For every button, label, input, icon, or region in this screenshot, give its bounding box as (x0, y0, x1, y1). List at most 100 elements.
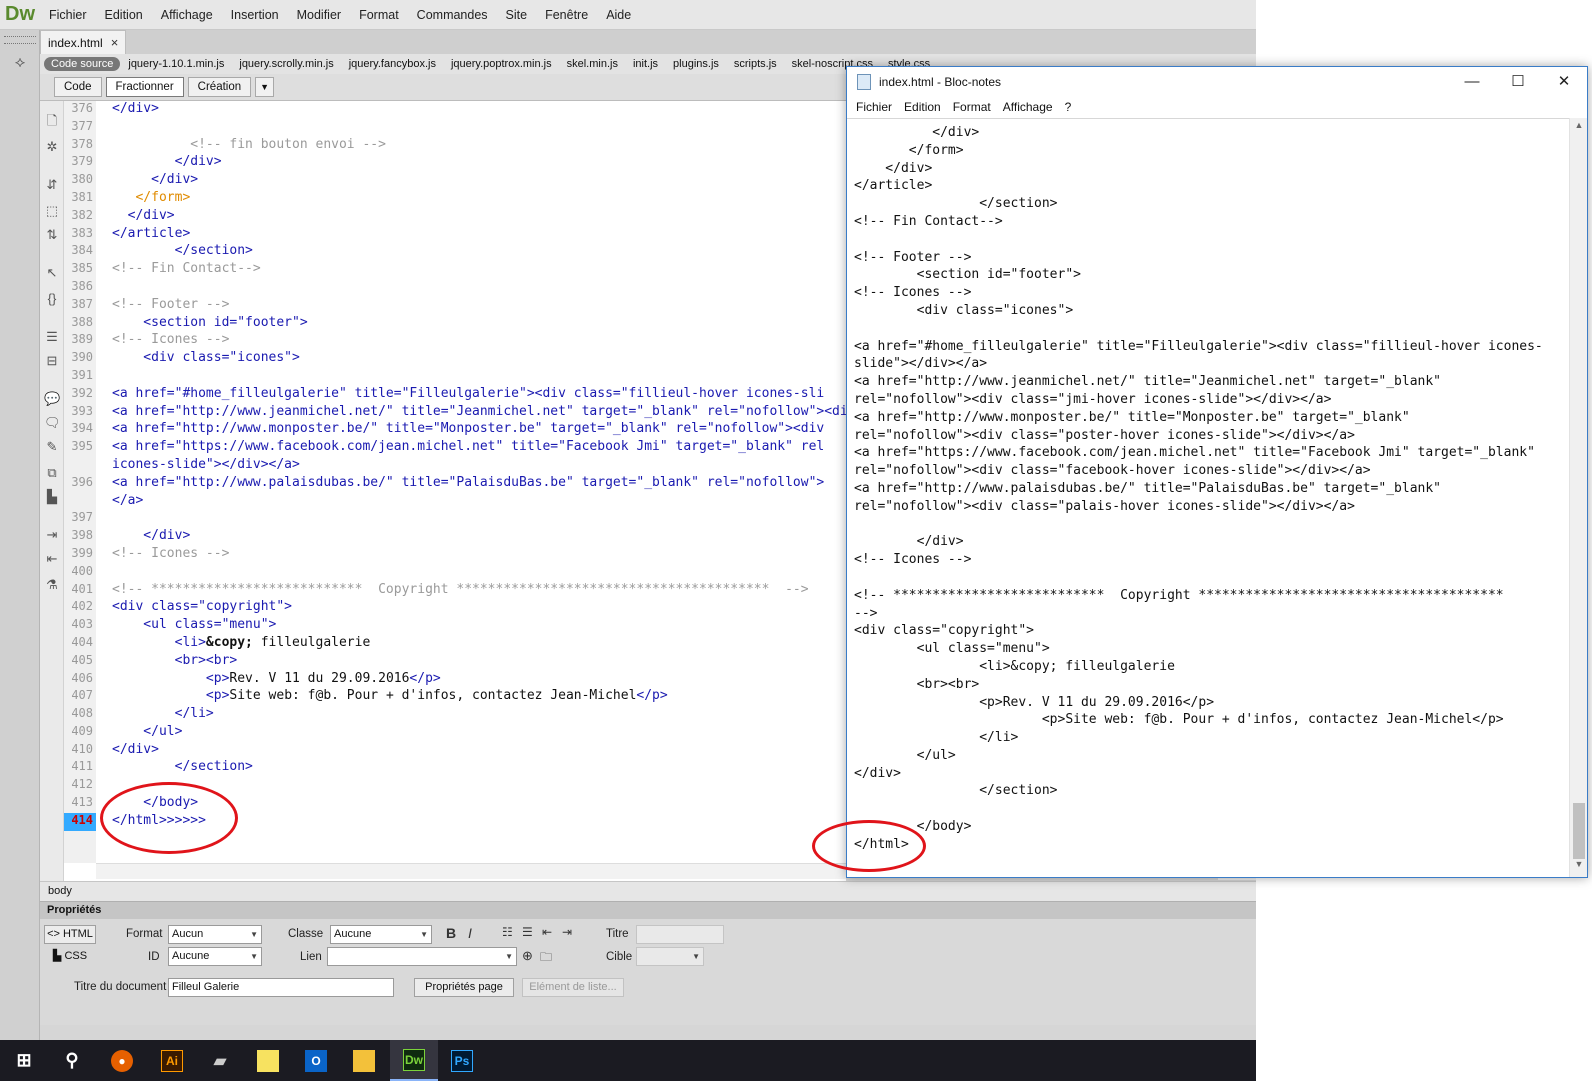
class-select[interactable]: Aucune ▼ (330, 925, 432, 944)
vertical-scrollbar[interactable]: ▲ ▼ (1569, 118, 1587, 877)
apply-comment-icon[interactable]: 💬 (44, 391, 60, 407)
code-line[interactable]: </article> (112, 226, 846, 244)
design-view-button[interactable]: Création (187, 77, 252, 97)
code-line[interactable]: <a href="http://www.monposter.be/" title… (112, 421, 846, 439)
menu-item-aide[interactable]: Aide (597, 0, 640, 30)
code-line[interactable]: <div class="icones"> (112, 350, 846, 368)
recent-snippets-icon[interactable]: ⧉ (44, 465, 60, 481)
menu-item-edition[interactable]: Edition (96, 0, 152, 30)
horizontal-scrollbar[interactable] (96, 863, 846, 879)
scroll-down-icon[interactable]: ▼ (1570, 859, 1588, 875)
code-line[interactable]: </div> (112, 742, 846, 760)
scroll-up-icon[interactable]: ▲ (1570, 120, 1588, 136)
notepad-menu-item[interactable]: Fichier (850, 97, 898, 117)
code-line[interactable]: <p>Rev. V 11 du 29.09.2016</p> (112, 671, 846, 689)
related-file-link[interactable]: scripts.js (734, 58, 777, 70)
code-line[interactable]: <br><br> (112, 653, 846, 671)
taskbar-photoshop[interactable]: Ps (438, 1040, 486, 1081)
related-file-link[interactable]: init.js (633, 58, 658, 70)
menu-item-fichier[interactable]: Fichier (40, 0, 96, 30)
open-documents-icon[interactable]: 🗋 (44, 113, 60, 129)
notepad-menu-item[interactable]: Affichage (997, 97, 1059, 117)
collapse-selection-icon[interactable]: ⬚ (44, 203, 60, 219)
code-line[interactable]: <a href="https://www.facebook.com/jean.m… (112, 439, 846, 457)
code-line[interactable]: </div> (112, 101, 846, 119)
code-line[interactable]: </form> (112, 190, 846, 208)
italic-icon[interactable]: I (468, 925, 472, 941)
related-file-link[interactable]: jquery.scrolly.min.js (239, 58, 333, 70)
code-line[interactable]: <p>Site web: f@b. Pour + d'infos, contac… (112, 688, 846, 706)
list-item-button[interactable]: Elément de liste... (522, 978, 624, 997)
code-line[interactable]: </section> (112, 759, 846, 777)
menu-item-commandes[interactable]: Commandes (408, 0, 497, 30)
ordered-list-icon[interactable]: ☰ (522, 925, 533, 939)
code-line[interactable]: <!-- Fin Contact--> (112, 261, 846, 279)
related-file-link[interactable]: jquery-1.10.1.min.js (128, 58, 224, 70)
notepad-titlebar[interactable]: index.html - Bloc-notes — ☐ ✕ (847, 67, 1587, 97)
taskbar-explorer[interactable] (340, 1040, 388, 1081)
code-line[interactable]: <!-- Icones --> (112, 546, 846, 564)
outdent-icon[interactable]: ⇤ (44, 551, 60, 567)
point-to-file-icon[interactable]: ⊕ (522, 948, 533, 964)
code-line[interactable]: </div> (112, 528, 846, 546)
outdent-icon[interactable]: ⇤ (542, 925, 552, 939)
code-line[interactable] (112, 564, 846, 582)
gear-icon[interactable]: ✲ (44, 139, 60, 155)
code-line[interactable]: </ul> (112, 724, 846, 742)
code-line[interactable]: <!-- *************************** Copyrig… (112, 582, 846, 600)
code-text[interactable]: </div> <!-- fin bouton envoi --> </div> … (112, 101, 846, 863)
minimize-icon[interactable]: — (1449, 67, 1495, 97)
code-view-button[interactable]: Code (54, 77, 102, 97)
menu-item-modifier[interactable]: Modifier (288, 0, 350, 30)
code-line[interactable]: <ul class="menu"> (112, 617, 846, 635)
layers-icon[interactable]: ⟡ (10, 54, 30, 74)
menu-item-insertion[interactable]: Insertion (222, 0, 288, 30)
highlight-invalid-icon[interactable]: ⊟ (44, 353, 60, 369)
split-view-button[interactable]: Fractionner (105, 77, 184, 97)
target-select[interactable]: ▼ (636, 947, 704, 966)
taskbar-illustrator[interactable]: Ai (148, 1040, 196, 1081)
code-line[interactable]: <a href="http://www.palaisdubas.be/" tit… (112, 475, 846, 493)
close-icon[interactable]: × (111, 35, 119, 50)
close-icon[interactable]: ✕ (1541, 67, 1587, 97)
code-line[interactable]: </div> (112, 208, 846, 226)
taskbar-sticky-notes[interactable] (244, 1040, 292, 1081)
remove-comment-icon[interactable]: 🗨 (44, 415, 61, 431)
taskbar-dreamweaver[interactable]: Dw (390, 1040, 438, 1081)
code-line[interactable]: <!-- fin bouton envoi --> (112, 137, 846, 155)
indent-icon[interactable]: ⇥ (562, 925, 572, 939)
code-line[interactable]: <li>&copy; filleulgalerie (112, 635, 846, 653)
format-source-icon[interactable]: ⚗ (44, 577, 60, 593)
title-input[interactable] (636, 925, 724, 944)
related-file-link[interactable]: skel.min.js (567, 58, 618, 70)
collapse-tag-icon[interactable]: ⇵ (44, 177, 60, 193)
folder-icon[interactable]: 🗀 (540, 948, 552, 969)
format-select[interactable]: Aucun ▼ (168, 925, 262, 944)
menu-item-affichage[interactable]: Affichage (152, 0, 222, 30)
taskbar-firefox[interactable]: ● (98, 1040, 146, 1081)
page-properties-button[interactable]: Propriétés page (414, 978, 514, 997)
wrap-tag-icon[interactable]: ✎ (44, 439, 60, 455)
chevron-down-icon[interactable]: ▼ (255, 77, 275, 97)
code-line[interactable]: icones-slide"></div></a> (112, 457, 846, 475)
html-mode-button[interactable]: <> HTML (44, 925, 96, 944)
notepad-menu-item[interactable]: Format (947, 97, 997, 117)
move-css-icon[interactable]: ▙ (44, 489, 60, 505)
expand-all-icon[interactable]: ⇅ (44, 227, 60, 243)
document-title-input[interactable]: Filleul Galerie (168, 978, 394, 997)
notepad-menu-item[interactable]: ? (1059, 97, 1078, 117)
link-input[interactable]: ▼ (327, 947, 517, 966)
code-line[interactable]: </section> (112, 243, 846, 261)
tag-body[interactable]: body (48, 885, 72, 897)
taskbar-drive[interactable]: ▰ (196, 1040, 244, 1081)
id-select[interactable]: Aucune ▼ (168, 947, 262, 966)
code-line[interactable]: </div> (112, 172, 846, 190)
source-code-button[interactable]: Code source (44, 57, 121, 71)
code-line[interactable] (112, 279, 846, 297)
bold-icon[interactable]: B (446, 925, 456, 941)
code-line[interactable]: </div> (112, 154, 846, 172)
related-file-link[interactable]: jquery.poptrox.min.js (451, 58, 552, 70)
code-line[interactable]: </li> (112, 706, 846, 724)
related-file-link[interactable]: jquery.fancybox.js (349, 58, 436, 70)
code-line[interactable]: <!-- Footer --> (112, 297, 846, 315)
